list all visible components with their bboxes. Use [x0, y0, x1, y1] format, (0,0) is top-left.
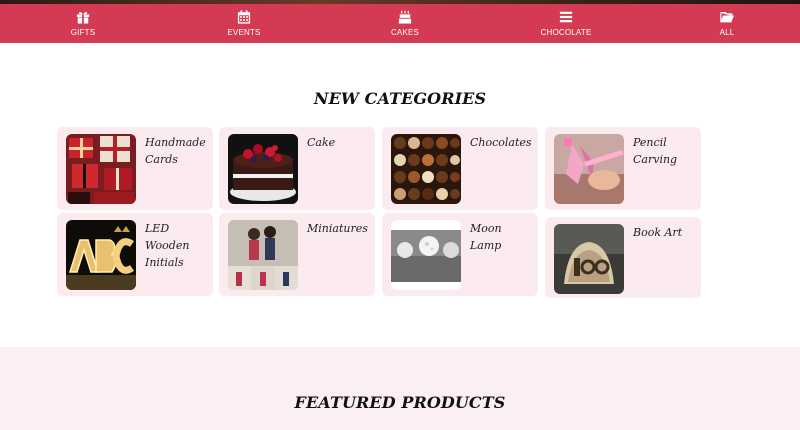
nav-label: CAKES [390, 27, 420, 37]
book-art-image [554, 224, 624, 294]
pencil-carving-image [554, 134, 624, 204]
category-name: Pencil Carving [633, 136, 678, 166]
miniatures-image [228, 220, 298, 290]
category-card-miniatures[interactable]: Miniatures [219, 213, 375, 296]
category-name: Moon Lamp [470, 222, 502, 252]
nav-item-gifts[interactable]: GIFTS [38, 4, 128, 43]
category-card-handmade-cards[interactable]: Handmade Cards [57, 127, 213, 210]
category-card-cake[interactable]: Cake [219, 127, 375, 210]
category-card-led-wooden-initials[interactable]: LED Wooden Initials [57, 213, 213, 296]
handmade-cards-image [66, 134, 136, 204]
nav-item-chocolate[interactable]: CHOCOLATE [521, 4, 611, 43]
category-name: Handmade Cards [145, 136, 206, 166]
category-name: Chocolates [470, 136, 532, 149]
category-name: Cake [307, 136, 336, 149]
category-card-moon-lamp[interactable]: Moon Lamp [382, 213, 538, 296]
nav-item-cakes[interactable]: CAKES [360, 4, 450, 43]
led-wooden-initials-image [66, 220, 136, 290]
nav-label: CHOCOLATE [540, 27, 592, 37]
folder-open-icon [720, 11, 734, 22]
featured-products-heading: FEATURED PRODUCTS [294, 393, 506, 412]
category-card-pencil-carving[interactable]: Pencil Carving [545, 127, 701, 210]
category-name: Miniatures [307, 222, 368, 235]
category-card-book-art[interactable]: Book Art [545, 217, 701, 298]
nav-label: GIFTS [70, 27, 96, 37]
nav-item-events[interactable]: EVENTS [199, 4, 289, 43]
category-name: LED Wooden Initials [145, 222, 190, 269]
cake-image [228, 134, 298, 204]
nav-label: EVENTS [227, 27, 261, 37]
gift-icon [76, 11, 90, 24]
category-name: Book Art [633, 226, 683, 239]
featured-products-section [0, 347, 800, 430]
moon-lamp-image [391, 220, 461, 290]
nav-label: ALL [719, 27, 735, 37]
birthday-cake-icon [398, 10, 412, 24]
menu-bars-icon [559, 11, 573, 22]
new-categories-heading: NEW CATEGORIES [313, 89, 487, 108]
calendar-icon [237, 9, 251, 24]
nav-item-all[interactable]: ALL [682, 4, 772, 43]
chocolates-image [391, 134, 461, 204]
category-navbar: GIFTS EVENTS CAKES CHOCOLATE ALL [0, 4, 800, 43]
category-card-chocolates[interactable]: Chocolates [382, 127, 538, 210]
